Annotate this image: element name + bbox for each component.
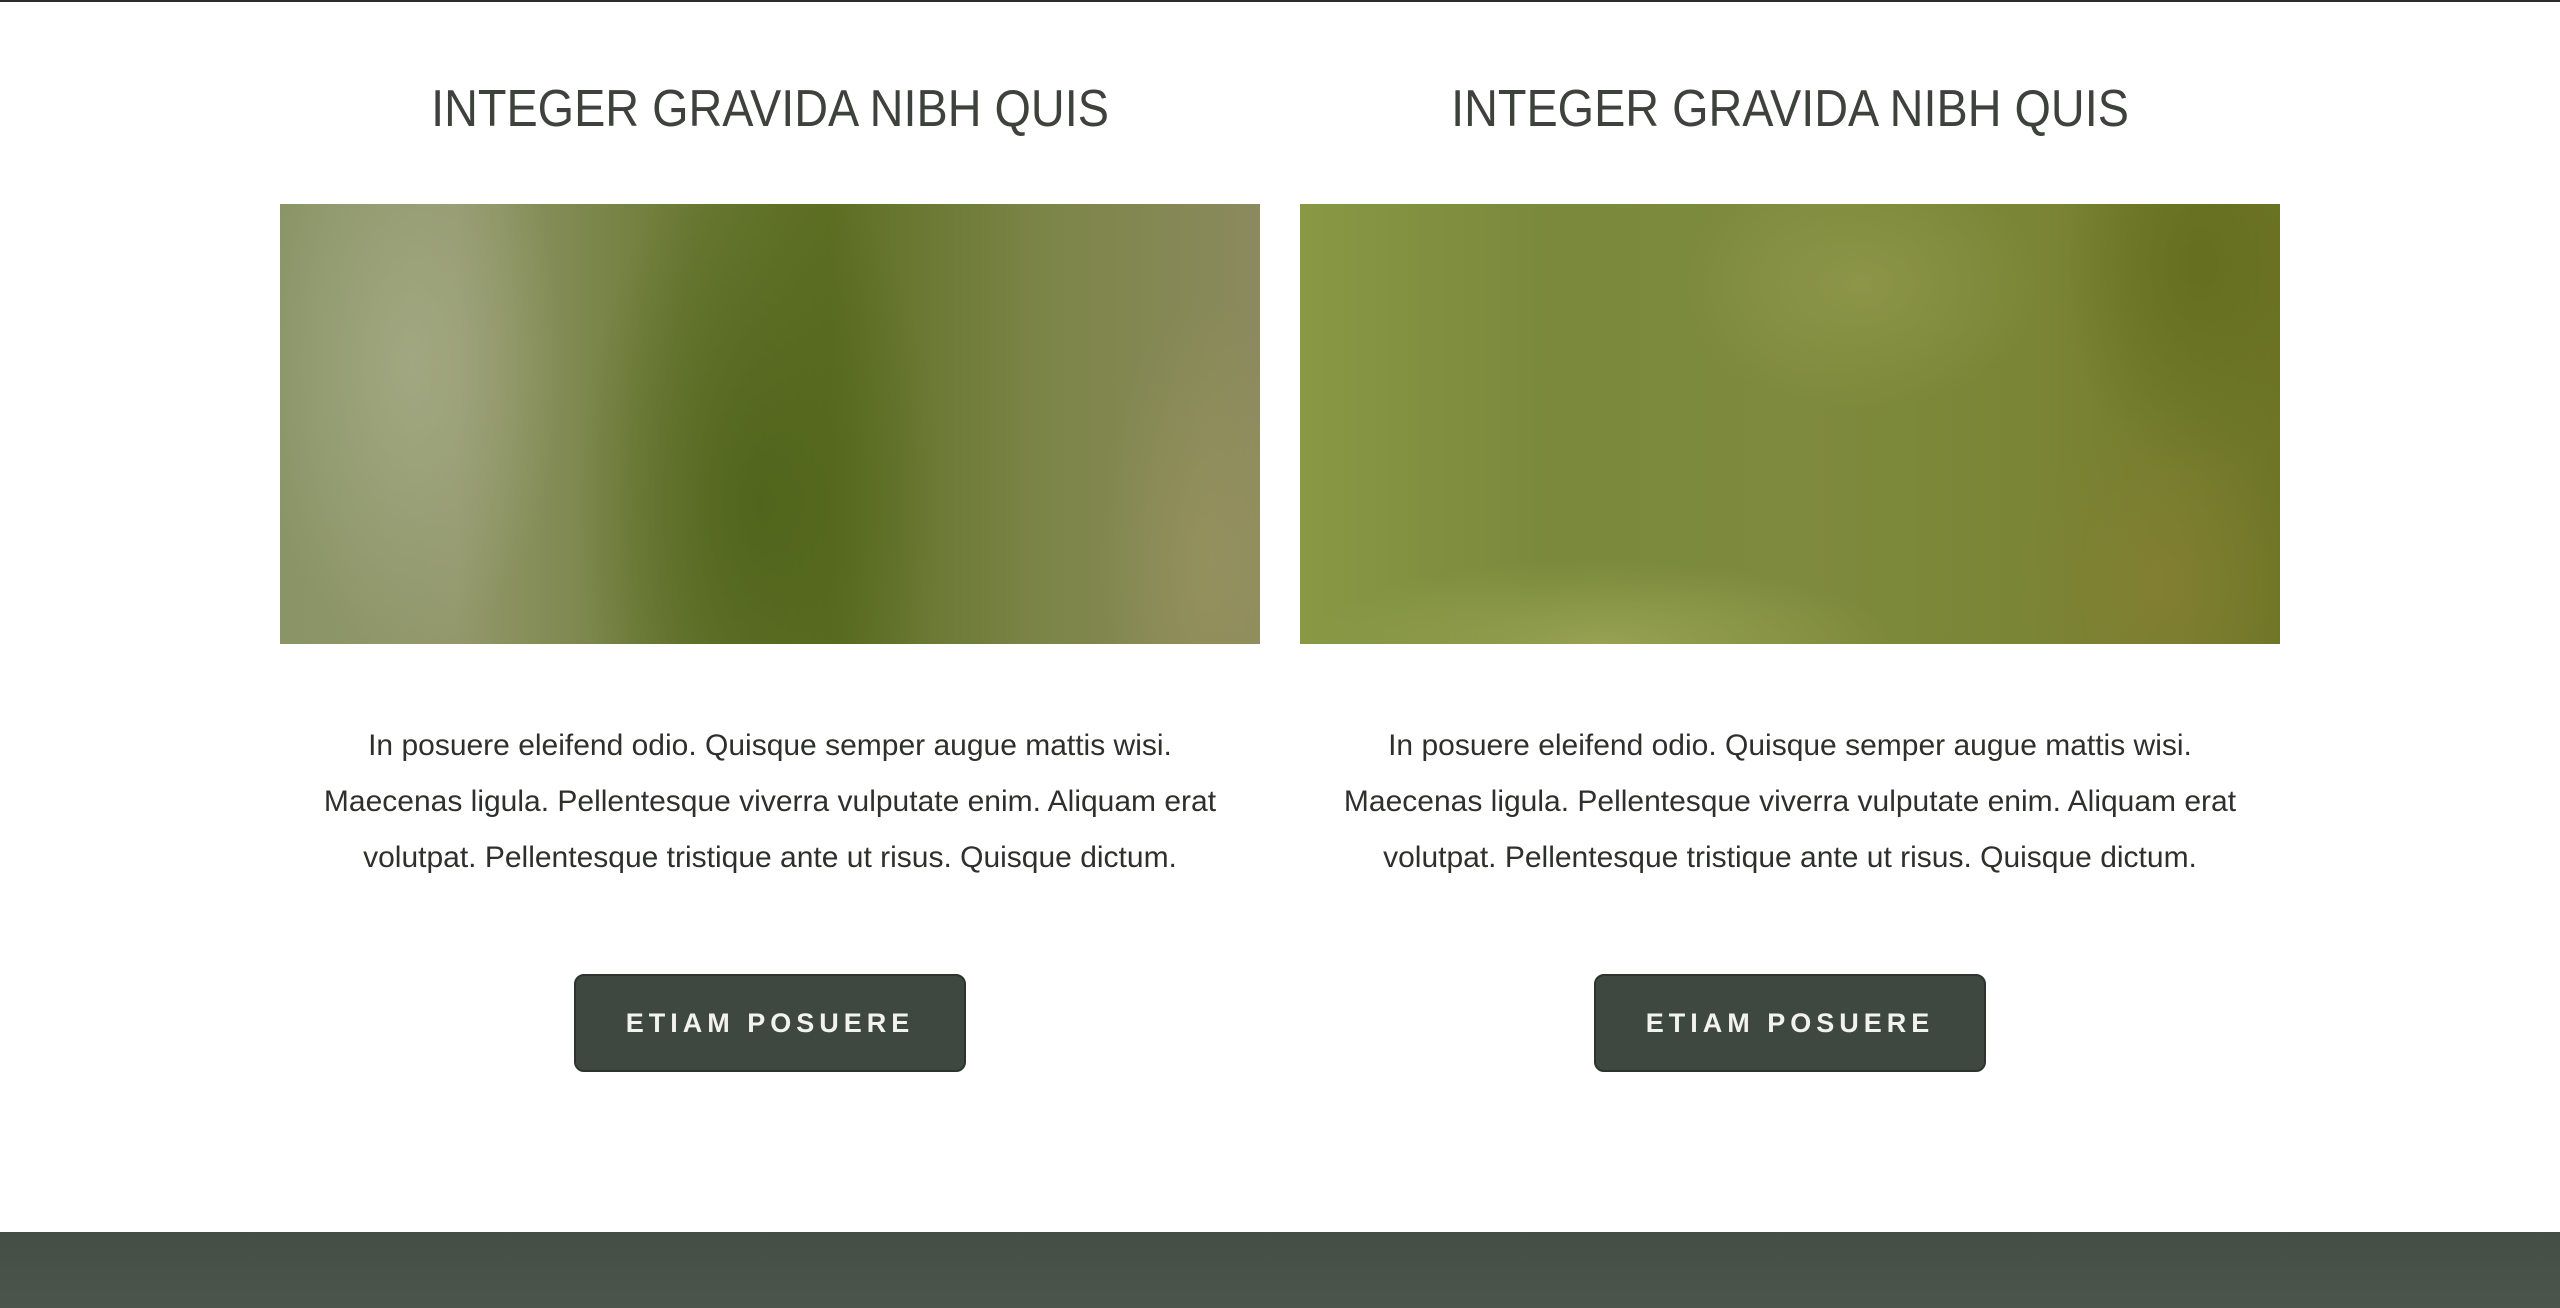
column-title: INTEGER GRAVIDA NIBH QUIS xyxy=(1451,80,2129,138)
feature-columns: INTEGER GRAVIDA NIBH QUIS In posuere ele… xyxy=(280,0,2280,1232)
column-description: In posuere eleifend odio. Quisque semper… xyxy=(1343,729,2237,874)
column-image xyxy=(280,204,1260,644)
feature-column-left: INTEGER GRAVIDA NIBH QUIS In posuere ele… xyxy=(280,0,1260,1232)
footer-bar xyxy=(0,1232,2560,1308)
column-title: INTEGER GRAVIDA NIBH QUIS xyxy=(431,80,1109,138)
feature-column-right: INTEGER GRAVIDA NIBH QUIS In posuere ele… xyxy=(1300,0,2280,1232)
column-description: In posuere eleifend odio. Quisque semper… xyxy=(323,729,1217,874)
etiam-posuere-button[interactable]: ETIAM POSUERE xyxy=(1594,974,1986,1072)
etiam-posuere-button[interactable]: ETIAM POSUERE xyxy=(574,974,966,1072)
column-image xyxy=(1300,204,2280,644)
